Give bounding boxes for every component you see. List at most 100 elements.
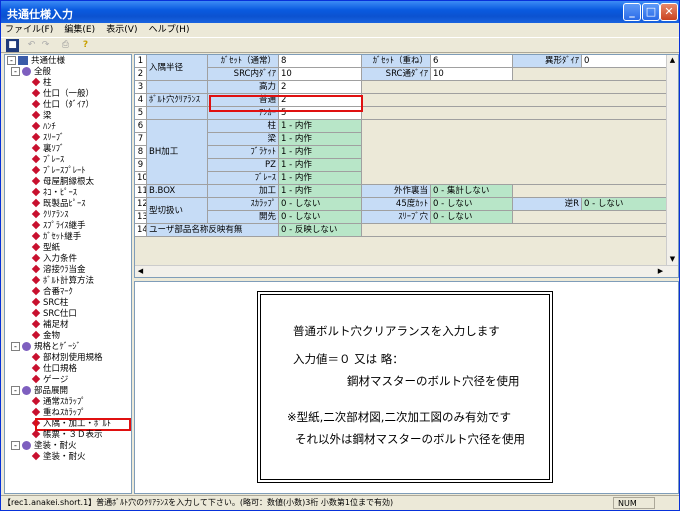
tree-item[interactable]: - 塗装・耐火 [11, 441, 77, 452]
tree-item[interactable]: ｶﾞｾｯﾄ継手 [31, 231, 81, 243]
tree-item[interactable]: SRC柱 [31, 297, 68, 309]
print-icon[interactable]: ⎙ [59, 39, 72, 52]
scroll-up-icon[interactable]: ▲ [667, 55, 678, 66]
tree-item[interactable]: ﾌﾞﾚｰｽﾌﾟﾚｰﾄ [31, 165, 86, 177]
tree-item[interactable]: 型紙 [31, 242, 60, 254]
tree-item[interactable]: 通常ｽｶﾗｯﾌﾟ [31, 396, 86, 408]
select-cell[interactable]: 0 - しない [431, 198, 513, 211]
save-icon[interactable]: ■ [6, 39, 19, 52]
tree-item[interactable]: 仕口規格 [31, 363, 77, 375]
menu-file[interactable]: ファイル(F) [5, 23, 53, 37]
title-bar[interactable]: 共通仕様入力 _ □ ✕ [1, 1, 679, 23]
diamond-icon [31, 77, 41, 87]
tree-item[interactable]: 溶接ｳﾗ当金 [31, 264, 86, 276]
horizontal-scrollbar[interactable]: ◀ ▶ [135, 265, 678, 277]
empty-cell [513, 211, 667, 224]
tree-item[interactable]: - 全般 [11, 67, 51, 78]
select-cell[interactable]: 0 - 集計しない [431, 185, 513, 198]
tree-item[interactable]: ﾈｺ・ﾋﾟｰｽ [31, 187, 77, 199]
collapse-toggle-icon[interactable]: - [11, 67, 20, 76]
field-label: 高力 [208, 81, 279, 94]
tree-item[interactable]: ｸﾘｱﾗﾝｽ [31, 209, 69, 221]
close-button[interactable]: ✕ [660, 3, 678, 21]
vertical-scrollbar[interactable]: ▲ ▼ [666, 55, 678, 265]
scroll-left-icon[interactable]: ◀ [135, 266, 146, 277]
select-cell[interactable]: 1 - 内作 [279, 159, 362, 172]
tree-item[interactable]: - 共通仕様 [7, 56, 65, 67]
redo-icon[interactable]: ↷ [39, 39, 52, 52]
tree-item[interactable]: 部材別使用規格 [31, 352, 103, 364]
tree-item[interactable]: ｽﾘｰﾌﾞ [31, 132, 64, 144]
diamond-icon [31, 121, 41, 131]
value-cell[interactable]: 2 [279, 81, 362, 94]
tree-item[interactable]: 母屋胴縁根太 [31, 176, 94, 188]
tree-item-label: 塗装・耐火 [34, 441, 77, 451]
select-cell[interactable]: 0 - しない [279, 211, 362, 224]
tree-item[interactable]: - 規格とｹﾞｰｼﾞ [11, 342, 81, 353]
app-window: 共通仕様入力 _ □ ✕ ファイル(F) 編集(E) 表示(V) ヘルプ(H) … [0, 0, 680, 511]
folder-icon [22, 441, 31, 450]
tree-item-label: 柱 [43, 78, 52, 88]
help-icon[interactable]: ? [79, 39, 92, 52]
select-cell[interactable]: 1 - 内作 [279, 146, 362, 159]
value-cell[interactable]: 10 [279, 68, 362, 81]
tree-item[interactable]: 梁 [31, 110, 52, 122]
tree-item-label: 部材別使用規格 [43, 353, 103, 363]
select-cell[interactable]: 0 - しない [582, 198, 667, 211]
tree-item[interactable]: 仕口（一般） [31, 88, 94, 100]
tree-item[interactable]: 帳票・３Ｄ表示 [31, 429, 103, 441]
value-cell[interactable]: 8 [279, 55, 362, 68]
diamond-icon [31, 429, 41, 439]
tree-item[interactable]: ﾊﾝﾁ [31, 121, 56, 133]
select-cell[interactable]: 1 - 内作 [279, 120, 362, 133]
tree-item-label: 既製品ﾋﾟｰｽ [43, 199, 86, 209]
minimize-button[interactable]: _ [623, 3, 641, 21]
tree-item[interactable]: 補足材 [31, 319, 69, 331]
select-cell[interactable]: 1 - 内作 [279, 133, 362, 146]
scroll-right-icon[interactable]: ▶ [655, 266, 666, 277]
tree-item-label: 重ねｽｶﾗｯﾌﾟ [43, 408, 86, 418]
select-cell[interactable]: 0 - しない [431, 211, 513, 224]
value-cell[interactable]: 10 [431, 68, 513, 81]
collapse-toggle-icon[interactable]: - [11, 386, 20, 395]
settings-tree[interactable]: - 共通仕様 - 全般柱仕口（一般） 仕口（ﾀﾞｲｱ）梁ﾊﾝﾁ ｽﾘｰﾌﾞ 裏ｿﾌﾞ ﾌﾞﾚｰ… [4, 54, 132, 494]
tree-item[interactable]: ﾌﾞﾚｰｽ [31, 154, 64, 166]
tree-item-label: 補足材 [43, 320, 69, 330]
tree-item[interactable]: 金物 [31, 330, 60, 342]
empty-cell [362, 107, 667, 120]
collapse-toggle-icon[interactable]: - [7, 56, 16, 65]
tree-item[interactable]: 塗装・耐火 [31, 451, 86, 463]
collapse-toggle-icon[interactable]: - [11, 342, 20, 351]
tree-item-label: 部品展開 [34, 386, 69, 396]
maximize-button[interactable]: □ [642, 3, 660, 21]
tree-item[interactable]: ﾎﾞﾙﾄ計算方法 [31, 275, 94, 287]
tree-item[interactable]: ゲージ [31, 374, 68, 386]
status-bar: 【rec1.anakei.short.1】普通ﾎﾞﾙﾄ穴のｸﾘｱﾗﾝｽを入力して… [1, 495, 679, 510]
select-cell[interactable]: 0 - しない [279, 198, 362, 211]
tree-item[interactable]: 入力条件 [31, 253, 77, 265]
value-cell[interactable]: 0 [582, 55, 667, 68]
tree-item[interactable]: 合番ﾏｰｸ [31, 286, 73, 298]
field-label: 加工 [208, 185, 279, 198]
scroll-down-icon[interactable]: ▼ [667, 254, 678, 265]
undo-icon[interactable]: ↶ [25, 39, 38, 52]
menu-view[interactable]: 表示(V) [106, 23, 137, 37]
status-message: 【rec1.anakei.short.1】普通ﾎﾞﾙﾄ穴のｸﾘｱﾗﾝｽを入力して… [3, 498, 394, 507]
menu-help[interactable]: ヘルプ(H) [149, 23, 190, 37]
desc-line: ※型紙,二次部材図,二次加工図のみ有効です [287, 410, 511, 424]
select-cell[interactable]: 1 - 内作 [279, 172, 362, 185]
collapse-toggle-icon[interactable]: - [11, 441, 20, 450]
tree-item[interactable]: 裏ｿﾌﾞ [31, 143, 64, 155]
tree-item[interactable]: 柱 [31, 77, 52, 89]
tree-item[interactable]: SRC仕口 [31, 308, 77, 320]
tree-item[interactable]: 既製品ﾋﾟｰｽ [31, 198, 86, 210]
tree-item[interactable]: ｽﾌﾟﾗｲｽ継手 [31, 220, 86, 232]
menu-edit[interactable]: 編集(E) [64, 23, 95, 37]
value-cell[interactable]: 6 [431, 55, 513, 68]
diamond-icon [31, 88, 41, 98]
field-label: 45度ｶｯﾄ [362, 198, 431, 211]
tree-item[interactable]: - 部品展開 [11, 386, 68, 397]
select-cell[interactable]: 1 - 内作 [279, 185, 362, 198]
tree-item[interactable]: 仕口（ﾀﾞｲｱ） [31, 99, 94, 111]
select-cell[interactable]: 0 - 反映しない [279, 224, 362, 237]
